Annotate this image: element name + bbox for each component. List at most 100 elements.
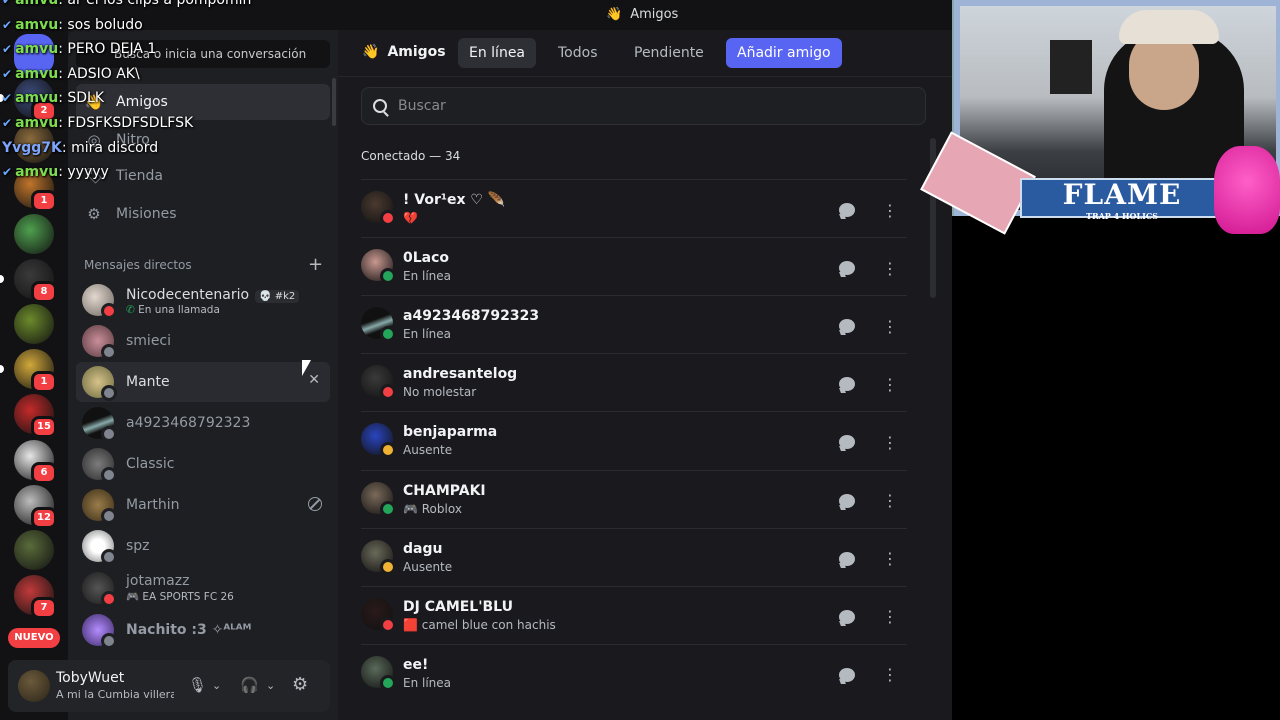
message-button[interactable]: [833, 603, 861, 631]
verified-check-icon: ✔: [2, 66, 13, 81]
avatar: [82, 407, 117, 442]
user-panel: TobyWuet A mi la Cumbia villera n 🎙 ⌄ 🎧 …: [8, 660, 330, 712]
server-icon[interactable]: 1: [0, 349, 57, 394]
tab-online[interactable]: En línea: [458, 38, 537, 68]
nav-quests[interactable]: ⚙ Misiones: [76, 196, 330, 232]
buddha-sticker: [1214, 146, 1280, 234]
avatar: [361, 423, 396, 459]
friend-name: 0Laco: [403, 250, 450, 267]
friend-status: En línea: [403, 327, 452, 342]
message-button[interactable]: [833, 254, 861, 282]
dm-item[interactable]: jotamazz 🎮 EA SPORTS FC 26: [76, 568, 330, 608]
friend-name: CHAMPAKI: [403, 482, 486, 499]
dm-item[interactable]: smieci: [76, 321, 330, 361]
more-options-icon[interactable]: ⋮: [876, 370, 904, 398]
friend-row[interactable]: ee! En línea ⋮: [361, 643, 907, 703]
more-options-icon[interactable]: ⋮: [876, 254, 904, 282]
friends-toolbar: 👋 Amigos • En línea Todos Pendiente Añad…: [338, 30, 952, 77]
friend-row[interactable]: benjaparma Ausente ⋮: [361, 411, 907, 470]
message-button[interactable]: [833, 312, 861, 340]
server-icon[interactable]: [14, 213, 54, 254]
server-avatar: [14, 213, 54, 254]
avatar: [82, 572, 117, 607]
dm-item[interactable]: Nachito :3 ✧ᴬᴸᴬᴹ: [76, 610, 330, 650]
gear-icon[interactable]: ⚙: [292, 674, 308, 695]
more-options-icon[interactable]: ⋮: [876, 487, 904, 515]
avatar: [361, 365, 396, 401]
chat-text: yyyyy: [67, 164, 109, 181]
more-options-icon[interactable]: ⋮: [876, 428, 904, 456]
friend-row[interactable]: a4923468792323 En línea ⋮: [361, 295, 907, 354]
more-options-icon[interactable]: ⋮: [876, 661, 904, 689]
headphones-icon[interactable]: 🎧: [240, 676, 259, 694]
dm-item[interactable]: a4923468792323: [76, 403, 330, 443]
server-icon[interactable]: [14, 530, 54, 570]
window-title: 👋 Amigos: [606, 7, 679, 22]
chat-separator: :: [58, 0, 68, 8]
chat-bubble-icon: [839, 493, 855, 508]
dm-name: a4923468792323: [126, 415, 251, 431]
message-button[interactable]: [833, 487, 861, 515]
avatar[interactable]: [18, 670, 50, 702]
microphone-icon[interactable]: 🎙: [188, 676, 207, 694]
status-offline: [101, 633, 117, 649]
avatar: [361, 539, 396, 575]
dm-name: Marthin: [126, 497, 180, 513]
server-icon[interactable]: 8: [0, 258, 57, 303]
friend-name: ee!: [403, 656, 429, 673]
chat-separator: :: [58, 164, 68, 181]
verified-check-icon: ✔: [2, 0, 13, 7]
friend-row[interactable]: CHAMPAKI 🎮 Roblox ⋮: [361, 469, 907, 529]
custom-status: A mi la Cumbia villera n: [56, 688, 174, 701]
more-options-icon[interactable]: ⋮: [876, 603, 904, 631]
friend-row[interactable]: 0Laco En línea ⋮: [361, 237, 907, 296]
dm-item[interactable]: Mante ✕: [76, 362, 330, 402]
mouse-cursor: [302, 360, 311, 376]
chat-username: amvu: [15, 90, 59, 107]
server-icon[interactable]: 7: [14, 575, 57, 620]
friend-status: 🟥 camel blue con hachis: [403, 617, 556, 632]
server-icon[interactable]: [14, 304, 54, 344]
more-options-icon[interactable]: ⋮: [876, 196, 904, 224]
dm-item[interactable]: Marthin: [76, 485, 330, 525]
more-options-icon[interactable]: ⋮: [876, 545, 904, 573]
message-button[interactable]: [833, 661, 861, 689]
dm-item[interactable]: Nicodecentenario 💀 #k2 ✆ En una llamada: [76, 280, 330, 320]
chat-message: Yvgg7K: mira discord: [2, 140, 302, 165]
stream-background: [952, 216, 1280, 720]
add-dm-button[interactable]: +: [308, 254, 323, 275]
friend-row[interactable]: dagu Ausente ⋮: [361, 527, 907, 587]
message-button[interactable]: [833, 196, 861, 224]
friend-row[interactable]: ! Vor¹ex ♡ 🪶 💔 ⋮: [361, 179, 907, 238]
server-icon[interactable]: 12: [14, 484, 57, 529]
tab-pending[interactable]: Pendiente: [623, 38, 715, 68]
status-dnd: [101, 591, 117, 607]
chat-text: ADSIO AK\: [67, 65, 140, 82]
more-options-icon[interactable]: ⋮: [876, 312, 904, 340]
chat-username: Yvgg7K: [2, 139, 62, 156]
chevron-down-icon[interactable]: ⌄: [212, 679, 221, 692]
chat-username: amvu: [15, 16, 59, 33]
search-icon: [373, 99, 387, 113]
chevron-down-icon[interactable]: ⌄: [266, 679, 275, 692]
friends-search-input[interactable]: Buscar: [361, 87, 926, 125]
friend-row[interactable]: DJ CAMEL'BLU 🟥 camel blue con hachis ⋮: [361, 585, 907, 645]
friend-name: dagu: [403, 540, 443, 557]
dm-item[interactable]: Classic: [76, 444, 330, 484]
message-button[interactable]: [833, 545, 861, 573]
message-button[interactable]: [833, 428, 861, 456]
mention-badge: 1: [31, 371, 57, 394]
avatar: [361, 191, 396, 226]
tab-all[interactable]: Todos: [547, 38, 608, 68]
chat-message: ✔ amvu: sos boludo: [2, 17, 302, 42]
chat-bubble-icon: [839, 435, 855, 450]
dm-name: jotamazz: [126, 573, 190, 589]
chat-text: SDLK: [67, 90, 105, 107]
message-button[interactable]: [833, 370, 861, 398]
friend-row[interactable]: andresantelog No molestar ⋮: [361, 353, 907, 412]
sidebar-scrollbar[interactable]: [332, 78, 336, 126]
server-icon[interactable]: 15: [14, 394, 57, 439]
dm-item[interactable]: spz: [76, 526, 330, 566]
server-icon[interactable]: 6: [14, 439, 57, 484]
add-friend-button[interactable]: Añadir amigo: [726, 38, 842, 68]
